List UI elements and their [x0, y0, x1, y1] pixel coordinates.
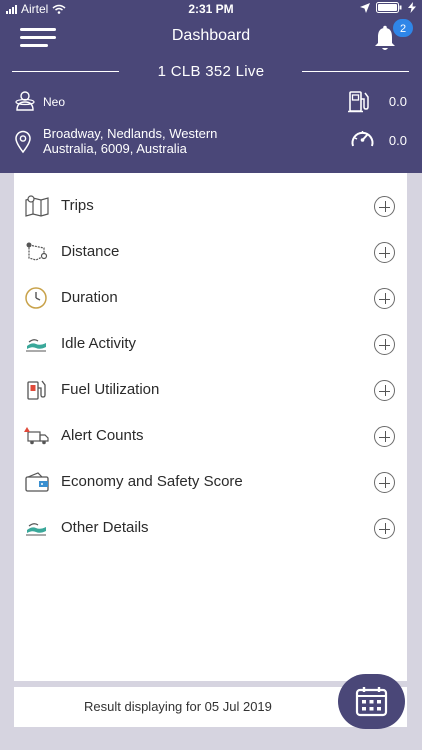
result-date-text: Result displaying for 05 Jul 2019: [84, 699, 272, 714]
idle-icon: [26, 339, 46, 352]
list-item-duration[interactable]: Duration: [14, 276, 407, 320]
expand-plus-icon[interactable]: [374, 518, 395, 539]
location-pin-icon: [15, 130, 31, 154]
list-item-label: Distance: [61, 243, 120, 260]
wallet-icon: [25, 472, 49, 492]
list-item-label: Fuel Utilization: [61, 381, 160, 398]
driver-name: Neo: [43, 95, 66, 109]
list-item-label: Economy and Safety Score: [61, 473, 243, 490]
speed-value: 0.0: [388, 133, 407, 148]
expand-plus-icon[interactable]: [374, 380, 395, 401]
list-item-label: Alert Counts: [61, 427, 144, 444]
address-line-1: Broadway, Nedlands, Western: [43, 126, 218, 141]
list-item-other-details[interactable]: Other Details: [14, 506, 407, 550]
truck-alert-icon: [24, 427, 49, 445]
report-list: Trips Distance Duration Idle Activity Fu…: [14, 173, 407, 681]
clock-time: 2:31 PM: [188, 2, 234, 16]
expand-plus-icon[interactable]: [374, 196, 395, 217]
status-bar: Airtel 2:31 PM: [0, 0, 422, 18]
route-icon: [26, 242, 48, 261]
fuel-pump-icon: [27, 380, 46, 400]
list-item-trips[interactable]: Trips: [14, 184, 407, 228]
list-item-label: Duration: [61, 289, 118, 306]
expand-plus-icon[interactable]: [374, 242, 395, 263]
page-title: Dashboard: [171, 27, 251, 44]
list-item-label: Idle Activity: [61, 335, 137, 352]
dashboard-header: Dashboard 2 1 CLB 352 Live Neo 0.0 Broad…: [0, 18, 422, 173]
fuel-value: 0.0: [388, 94, 407, 109]
speedometer-icon: [351, 131, 374, 147]
list-item-economy-safety-score[interactable]: Economy and Safety Score: [14, 460, 407, 504]
details-icon: [26, 523, 46, 536]
driver-icon: [15, 91, 35, 111]
divider-right: [302, 71, 409, 72]
list-item-distance[interactable]: Distance: [14, 230, 407, 274]
list-item-label: Trips: [61, 197, 94, 214]
expand-plus-icon[interactable]: [374, 426, 395, 447]
list-item-alert-counts[interactable]: Alert Counts: [14, 414, 407, 458]
fuel-pump-icon: [348, 91, 369, 113]
map-icon: [25, 195, 49, 217]
location-arrow-icon: [360, 2, 370, 13]
vehicle-title-row: 1 CLB 352 Live: [0, 60, 422, 82]
calendar-button[interactable]: [338, 674, 405, 729]
expand-plus-icon[interactable]: [374, 334, 395, 355]
list-item-fuel-utilization[interactable]: Fuel Utilization: [14, 368, 407, 412]
charging-icon: [408, 2, 416, 13]
expand-plus-icon[interactable]: [374, 472, 395, 493]
calendar-icon: [355, 687, 388, 717]
clock-icon: [25, 287, 47, 309]
address: Broadway, Nedlands, Western Australia, 6…: [43, 126, 283, 156]
expand-plus-icon[interactable]: [374, 288, 395, 309]
notification-badge: 2: [392, 18, 414, 38]
list-item-idle-activity[interactable]: Idle Activity: [14, 322, 407, 366]
battery-icon: [376, 2, 402, 13]
list-item-label: Other Details: [61, 519, 149, 536]
address-line-2: Australia, 6009, Australia: [43, 141, 187, 156]
